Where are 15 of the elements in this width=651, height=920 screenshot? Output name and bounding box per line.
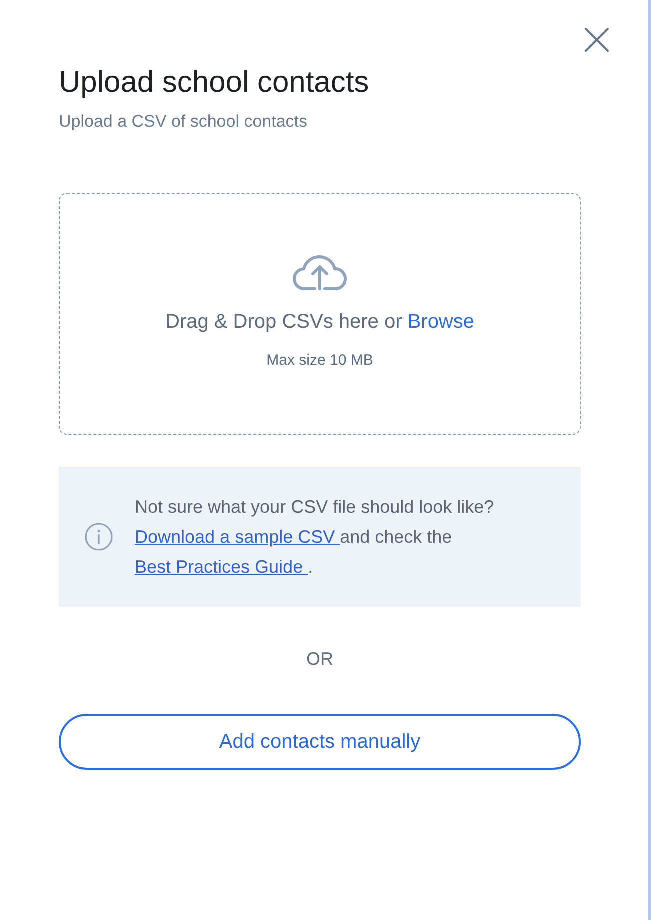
dialog-title: Upload school contacts xyxy=(59,65,370,101)
close-icon xyxy=(585,28,609,52)
or-separator-text: OR xyxy=(306,648,334,671)
close-button[interactable] xyxy=(585,28,609,52)
drop-prompt-text: Drag & Drop CSVs here or Browse xyxy=(165,310,475,335)
info-text: Not sure what your CSV file should look like? Download a sample CSV and check the Best Practices Guide . xyxy=(135,496,496,579)
dialog-subtitle: Upload a CSV of school contacts xyxy=(59,111,308,133)
file-drop-zone[interactable]: Drag & Drop CSVs here or Browse Max size 10 MB xyxy=(59,193,581,435)
browse-link[interactable]: Browse xyxy=(408,311,475,333)
info-link[interactable]: Best Practices Guide xyxy=(135,557,308,577)
info-link[interactable]: Download a sample CSV xyxy=(135,527,340,547)
info-icon xyxy=(85,523,113,551)
add-contacts-manually-button[interactable]: Add contacts manually xyxy=(59,714,581,770)
cloud-upload-icon xyxy=(293,255,347,291)
max-size-note: Max size 10 MB xyxy=(266,351,374,371)
